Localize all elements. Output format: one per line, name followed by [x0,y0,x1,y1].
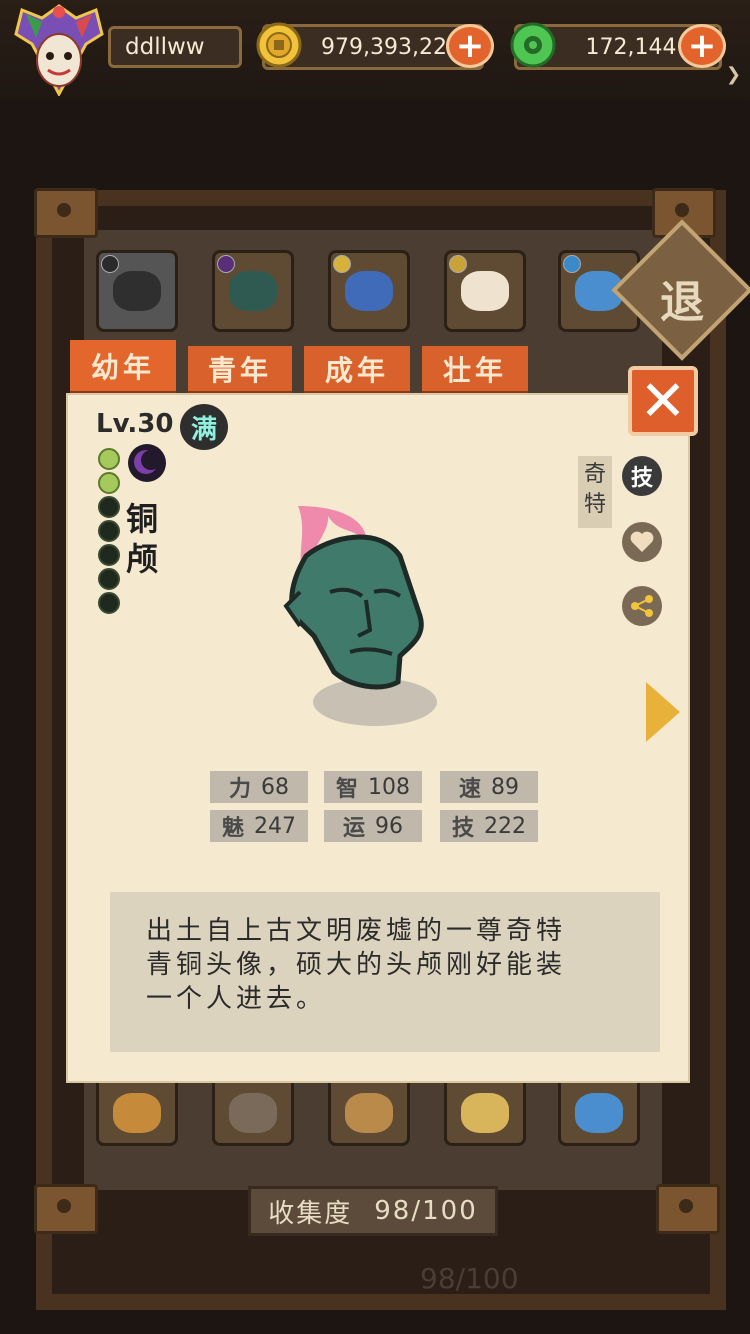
frame-peg [34,1184,98,1234]
stat-value: 108 [368,774,410,800]
exit-label[interactable]: 退 [646,266,718,330]
description-line: 出土自上古文明废墟的一尊奇特 [146,916,567,946]
rarity-dot [563,255,581,273]
tab-adult[interactable]: 成年 [304,346,410,394]
growth-pip [98,496,120,518]
rarity-dot [217,255,235,273]
close-icon: ✕ [639,368,687,434]
tab-teen[interactable]: 青年 [188,346,292,394]
description-line: 青铜头像，硕大的头颅刚好能装 [146,950,567,980]
creature-name-char: 颅 [126,540,159,578]
collection-value: 98/100 [374,1196,478,1226]
stat-value: 247 [254,813,296,839]
stat-skill: 技 222 [440,810,538,842]
frame-peg [34,188,98,238]
creature-icon [345,271,393,311]
stat-key: 智 [335,777,358,802]
stat-key: 魅 [221,816,244,841]
background-collection-text: 98/100 [420,1262,519,1295]
stat-key: 运 [342,816,365,841]
stat-intelligence: 智 108 [324,771,422,803]
gold-coin-icon [256,22,302,68]
stat-luck: 运 96 [324,810,422,842]
add-jade-button[interactable]: + [678,24,726,68]
stat-value: 68 [261,774,289,800]
rarity-dot [333,255,351,273]
collection-slot[interactable] [212,250,294,332]
rarity-dot [101,255,119,273]
description-line: 一个人进去。 [146,984,327,1014]
jester-avatar-icon[interactable] [6,4,112,96]
trait-tag: 奇特 [578,456,612,528]
collection-progress: 收集度 98/100 [248,1186,498,1236]
collapse-icon[interactable]: ❯ [726,64,741,85]
creature-icon [575,1093,623,1133]
creature-icon [229,271,277,311]
tab-youth[interactable]: 幼年 [70,340,176,394]
growth-pip [98,520,120,542]
creature-icon [345,1093,393,1133]
level-label: Lv.30 [96,409,174,439]
creature-icon [461,1093,509,1133]
collection-slot[interactable] [328,250,410,332]
stat-key: 技 [451,816,474,841]
growth-pip [98,544,120,566]
frame-peg [656,1184,720,1234]
collection-label: 收集度 [268,1198,353,1229]
stat-key: 速 [458,777,481,802]
stat-value: 96 [375,813,403,839]
heart-icon [630,531,654,552]
creature-icon [461,271,509,311]
stat-key: 力 [228,777,251,802]
stat-value: 89 [491,774,519,800]
collection-slot[interactable] [444,250,526,332]
add-gold-button[interactable]: + [446,24,494,68]
stat-value: 222 [484,813,526,839]
skill-button[interactable]: 技 [622,456,662,496]
heart-button[interactable] [622,522,662,562]
stat-strength: 力 68 [210,771,308,803]
rarity-dot [449,255,467,273]
growth-pip [98,472,120,494]
close-button[interactable]: ✕ [628,366,698,436]
collection-slot[interactable] [96,250,178,332]
gold-value: 979,393,229 [321,34,461,60]
full-level-badge: 满 [180,404,228,450]
creature-icon [113,1093,161,1133]
stat-charm: 魅 247 [210,810,308,842]
jade-coin-icon [510,22,556,68]
jade-value: 172,144 [585,34,677,60]
growth-pip [98,592,120,614]
creature-icon [113,271,161,311]
share-icon [631,595,653,617]
description-text: 出土自上古文明废墟的一尊奇特 青铜头像，硕大的头颅刚好能装 一个人进去。 [146,914,616,1016]
trait-tag-label: 奇特 [584,462,607,517]
tab-prime[interactable]: 壮年 [422,346,528,394]
growth-pip [98,568,120,590]
username-label: ddllww [108,26,242,68]
next-creature-button[interactable] [646,682,680,742]
moon-icon [128,444,166,482]
growth-pip [98,448,120,470]
stat-speed: 速 89 [440,771,538,803]
share-button[interactable] [622,586,662,626]
bronze-head-creature [283,506,437,726]
creature-icon [229,1093,277,1133]
